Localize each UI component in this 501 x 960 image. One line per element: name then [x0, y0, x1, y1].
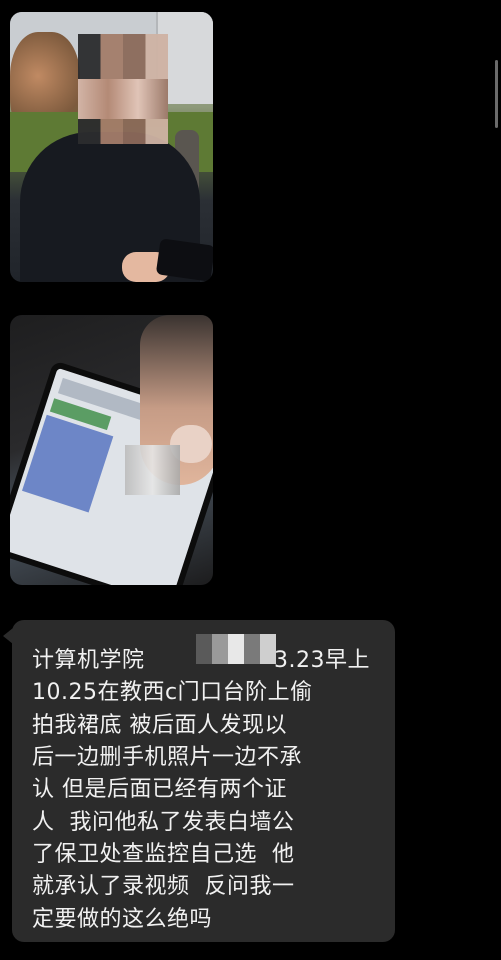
screen-blue-block — [22, 414, 114, 513]
photo-blur-patch — [125, 445, 180, 495]
message-line: 计算机学院 — [32, 648, 145, 673]
message-line: 人 我问他私了发表白墙公 — [32, 810, 295, 835]
message-line: 10.25在教西c门口台阶上偷 — [32, 680, 313, 705]
message-line: 了保卫处查监控自己选 他 — [32, 842, 295, 867]
face-mosaic-lower — [78, 79, 168, 119]
photo-phone — [155, 238, 213, 282]
image-message-phone[interactable] — [10, 315, 213, 585]
message-line: 认 但是后面已经有两个证 — [32, 777, 287, 802]
message-line: 后一边删手机照片一边不承 — [32, 745, 303, 770]
redacted-name-mosaic — [196, 634, 276, 664]
message-line: 拍我裙底 被后面人发现以 — [32, 713, 287, 738]
message-line: 就承认了录视频 反问我一 — [32, 874, 295, 899]
message-line: 3.23早上 — [274, 648, 370, 673]
image-message-person[interactable] — [10, 12, 213, 282]
message-line: 定要做的这么绝吗 — [32, 907, 213, 932]
chat-scrollbar[interactable] — [495, 60, 498, 128]
text-message-bubble[interactable]: 计算机学院 3.23早上 10.25在教西c门口台阶上偷 拍我裙底 被后面人发现… — [12, 620, 395, 942]
